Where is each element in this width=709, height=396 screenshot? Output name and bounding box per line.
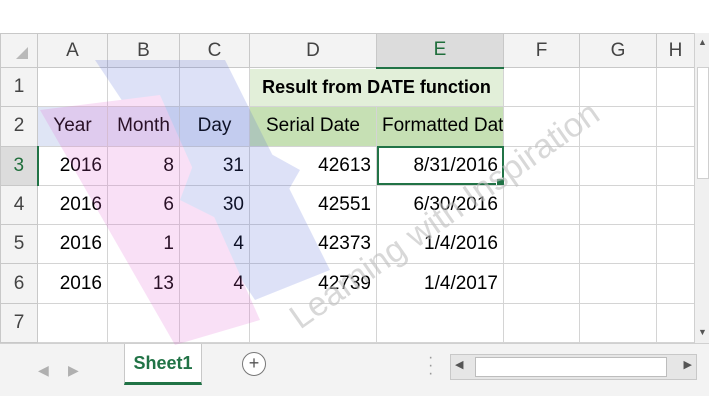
scroll-right-arrow-icon[interactable]: ▶ bbox=[684, 358, 692, 371]
cell-e6[interactable]: 1/4/2017 bbox=[376, 263, 504, 304]
column-header-g[interactable]: G bbox=[579, 33, 657, 68]
cell-a2[interactable]: Year bbox=[37, 106, 108, 147]
column-header-f[interactable]: F bbox=[503, 33, 580, 68]
cell-h5[interactable] bbox=[656, 224, 695, 265]
cell-c5[interactable]: 4 bbox=[179, 224, 250, 265]
toolbar-area bbox=[0, 0, 709, 33]
cell-h7[interactable] bbox=[656, 302, 695, 344]
horizontal-scrollbar[interactable]: ◀ ▶ bbox=[450, 354, 697, 380]
cell-d4[interactable]: 42551 bbox=[249, 184, 377, 226]
cell-e7[interactable] bbox=[376, 302, 504, 344]
cell-b3[interactable]: 8 bbox=[107, 145, 180, 186]
horizontal-scroll-thumb[interactable] bbox=[475, 357, 667, 377]
cell-d2[interactable]: Serial Date bbox=[249, 106, 377, 147]
cell-h2[interactable] bbox=[656, 106, 695, 147]
cell-g4[interactable] bbox=[579, 184, 657, 226]
column-header-e[interactable]: E bbox=[376, 33, 504, 69]
cell-e3-value: 8/31/2016 bbox=[413, 154, 498, 176]
table-row: 5 2016 1 4 42373 1/4/2016 bbox=[0, 224, 695, 265]
cell-h4[interactable] bbox=[656, 184, 695, 226]
cell-f1[interactable] bbox=[503, 66, 580, 108]
cell-d7[interactable] bbox=[249, 302, 377, 344]
sheet-tab-sheet1[interactable]: Sheet1 bbox=[124, 344, 202, 385]
table-row: 3 2016 8 31 42613 8/31/2016 bbox=[0, 145, 695, 186]
spreadsheet-grid: A B C D E F G H 1 Result from DATE funct… bbox=[0, 33, 695, 344]
table-row: 7 bbox=[0, 302, 695, 344]
cell-a5[interactable]: 2016 bbox=[37, 224, 108, 265]
cell-h3[interactable] bbox=[656, 145, 695, 186]
cell-d1-merged-title[interactable]: Result from DATE function bbox=[249, 66, 504, 108]
cell-c4[interactable]: 30 bbox=[179, 184, 250, 226]
cell-b5[interactable]: 1 bbox=[107, 224, 180, 265]
cell-c6[interactable]: 4 bbox=[179, 263, 250, 304]
cell-b6[interactable]: 13 bbox=[107, 263, 180, 304]
fill-handle[interactable] bbox=[496, 177, 503, 185]
cell-c1[interactable] bbox=[179, 66, 250, 108]
row-header-1[interactable]: 1 bbox=[0, 66, 38, 108]
cell-g1[interactable] bbox=[579, 66, 657, 108]
table-row: 6 2016 13 4 42739 1/4/2017 bbox=[0, 263, 695, 304]
column-header-c[interactable]: C bbox=[179, 33, 250, 68]
cell-f6[interactable] bbox=[503, 263, 580, 304]
cell-b7[interactable] bbox=[107, 302, 180, 344]
cell-a4[interactable]: 2016 bbox=[37, 184, 108, 226]
cell-f3[interactable] bbox=[503, 145, 580, 186]
row-header-2[interactable]: 2 bbox=[0, 106, 38, 147]
cell-a3[interactable]: 2016 bbox=[37, 145, 108, 186]
cell-f7[interactable] bbox=[503, 302, 580, 344]
cell-a7[interactable] bbox=[37, 302, 108, 344]
scroll-down-arrow-icon[interactable]: ▼ bbox=[698, 327, 707, 337]
row-header-6[interactable]: 6 bbox=[0, 263, 38, 304]
cell-g3[interactable] bbox=[579, 145, 657, 186]
cell-c2[interactable]: Day bbox=[179, 106, 250, 147]
vertical-scroll-thumb[interactable] bbox=[697, 67, 709, 179]
column-header-h[interactable]: H bbox=[656, 33, 695, 68]
cell-g6[interactable] bbox=[579, 263, 657, 304]
cell-b2[interactable]: Month bbox=[107, 106, 180, 147]
column-header-d[interactable]: D bbox=[249, 33, 377, 68]
cell-f4[interactable] bbox=[503, 184, 580, 226]
cell-e5[interactable]: 1/4/2016 bbox=[376, 224, 504, 265]
table-row: 4 2016 6 30 42551 6/30/2016 bbox=[0, 184, 695, 226]
cell-d3[interactable]: 42613 bbox=[249, 145, 377, 186]
row-header-3[interactable]: 3 bbox=[0, 145, 39, 186]
cell-h1[interactable] bbox=[656, 66, 695, 108]
splitter-dots-icon[interactable]: · · · bbox=[428, 350, 433, 382]
table-row: 1 Result from DATE function bbox=[0, 66, 695, 108]
vertical-scrollbar[interactable]: ▲ ▼ bbox=[694, 33, 709, 343]
column-header-a[interactable]: A bbox=[37, 33, 108, 68]
cell-c3[interactable]: 31 bbox=[179, 145, 250, 186]
cell-g5[interactable] bbox=[579, 224, 657, 265]
column-header-b[interactable]: B bbox=[107, 33, 180, 68]
row-header-4[interactable]: 4 bbox=[0, 184, 38, 226]
cell-c7[interactable] bbox=[179, 302, 250, 344]
scroll-left-arrow-icon[interactable]: ◀ bbox=[455, 358, 463, 371]
sheet-nav-prev-icon[interactable]: ◀ bbox=[38, 362, 49, 379]
sheet-nav-next-icon[interactable]: ▶ bbox=[68, 362, 79, 379]
cell-a6[interactable]: 2016 bbox=[37, 263, 108, 304]
sheet-tab-bar: ◀ ▶ Sheet1 + · · · ◀ ▶ bbox=[0, 343, 709, 396]
cell-d5[interactable]: 42373 bbox=[249, 224, 377, 265]
cell-g2[interactable] bbox=[579, 106, 657, 147]
cell-e3-selected[interactable]: 8/31/2016 bbox=[376, 145, 504, 186]
column-header-row: A B C D E F G H bbox=[0, 33, 695, 69]
cell-h6[interactable] bbox=[656, 263, 695, 304]
cell-f2[interactable] bbox=[503, 106, 580, 147]
cell-d6[interactable]: 42739 bbox=[249, 263, 377, 304]
cell-b1[interactable] bbox=[107, 66, 180, 108]
scroll-up-arrow-icon[interactable]: ▲ bbox=[698, 37, 707, 47]
add-sheet-plus-icon[interactable]: + bbox=[242, 352, 266, 376]
cell-f5[interactable] bbox=[503, 224, 580, 265]
cell-a1[interactable] bbox=[37, 66, 108, 108]
select-all-corner[interactable] bbox=[0, 33, 38, 68]
cell-b4[interactable]: 6 bbox=[107, 184, 180, 226]
cell-e2[interactable]: Formatted Date bbox=[376, 106, 504, 147]
cell-g7[interactable] bbox=[579, 302, 657, 344]
table-row: 2 Year Month Day Serial Date Formatted D… bbox=[0, 106, 695, 147]
row-header-7[interactable]: 7 bbox=[0, 302, 38, 344]
row-header-5[interactable]: 5 bbox=[0, 224, 38, 265]
cell-e4[interactable]: 6/30/2016 bbox=[376, 184, 504, 226]
